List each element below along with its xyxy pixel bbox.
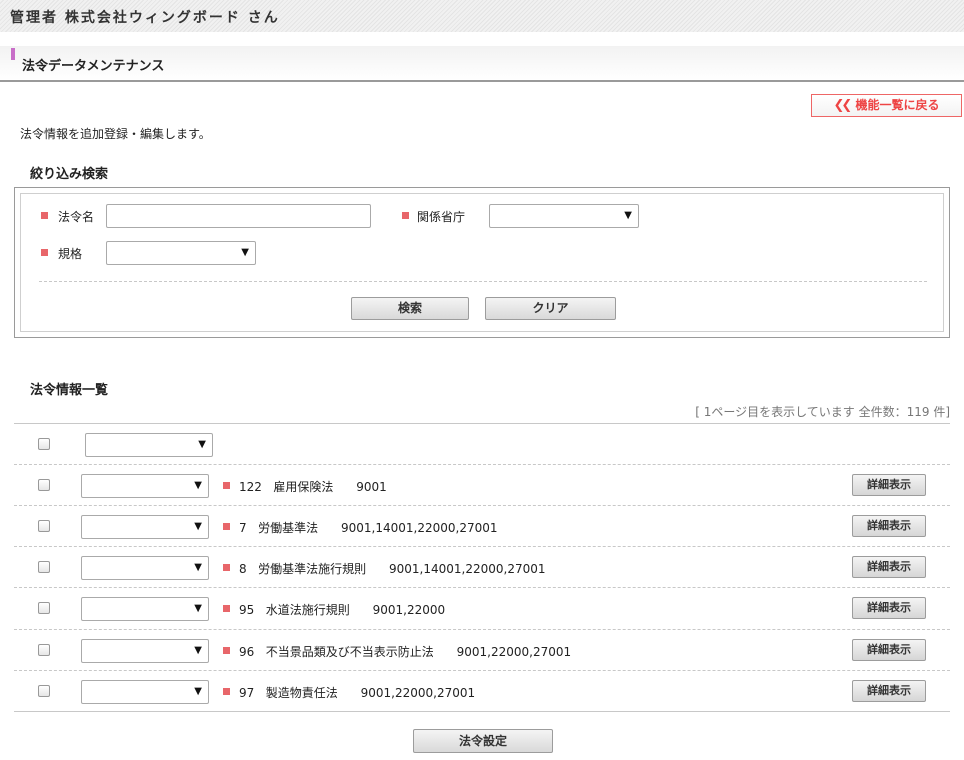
row-action-select[interactable]: ▼ <box>81 556 209 580</box>
table-row: ▼ 8 労働基準法施行規則 9001,14001,22000,27001 詳細表… <box>14 547 950 588</box>
row-law-name: 製造物責任法 <box>265 686 338 700</box>
row-id: 122 <box>239 480 262 494</box>
required-bullet-icon <box>402 212 409 219</box>
detail-button[interactable]: 詳細表示 <box>852 597 926 619</box>
triangle-down-icon: ▼ <box>198 439 206 450</box>
bulk-action-row: ▼ <box>14 424 950 465</box>
bulk-action-select[interactable]: ▼ <box>85 433 213 457</box>
search-button[interactable]: 検索 <box>351 297 469 320</box>
clear-button[interactable]: クリア <box>485 297 616 320</box>
row-law-info: 7 労働基準法 9001,14001,22000,27001 <box>239 519 498 536</box>
table-row: ▼ 96 不当景品類及び不当表示防止法 9001,22000,27001 詳細表… <box>14 630 950 671</box>
required-bullet-icon <box>41 212 48 219</box>
row-law-name: 雇用保険法 <box>273 480 334 494</box>
table-row: ▼ 7 労働基準法 9001,14001,22000,27001 詳細表示 <box>14 506 950 547</box>
row-law-name: 労働基準法施行規則 <box>258 562 367 576</box>
row-standards: 9001,14001,22000,27001 <box>389 562 546 576</box>
filter-section-title: 絞り込み検索 <box>30 167 109 182</box>
row-law-info: 96 不当景品類及び不当表示防止法 9001,22000,27001 <box>239 643 571 660</box>
list-section-title: 法令情報一覧 <box>30 383 109 398</box>
detail-button[interactable]: 詳細表示 <box>852 474 926 496</box>
page-title-bar: 法令データメンテナンス <box>0 46 964 82</box>
row-standards: 9001,22000,27001 <box>360 686 476 700</box>
triangle-down-icon: ▼ <box>194 480 202 491</box>
triangle-down-icon: ▼ <box>194 686 202 697</box>
table-row: ▼ 122 雇用保険法 9001 詳細表示 <box>14 465 950 506</box>
row-law-name: 労働基準法 <box>258 521 319 535</box>
table-row: ▼ 95 水道法施行規則 9001,22000 詳細表示 <box>14 588 950 630</box>
row-action-select[interactable]: ▼ <box>81 597 209 621</box>
row-standards: 9001,14001,22000,27001 <box>341 521 498 535</box>
table-row: ▼ 97 製造物責任法 9001,22000,27001 詳細表示 <box>14 671 950 712</box>
double-chevron-left-icon: ❮❮ <box>833 98 853 113</box>
row-action-select[interactable]: ▼ <box>81 515 209 539</box>
row-checkbox[interactable] <box>38 561 50 573</box>
row-checkbox[interactable] <box>38 685 50 697</box>
row-checkbox[interactable] <box>38 479 50 491</box>
admin-header-bar: 管理者 株式会社ウィングボード さん <box>0 0 964 32</box>
triangle-down-icon: ▼ <box>194 521 202 532</box>
row-checkbox[interactable] <box>38 520 50 532</box>
row-law-name: 不当景品類及び不当表示防止法 <box>265 645 434 659</box>
row-id: 95 <box>239 603 255 617</box>
detail-button[interactable]: 詳細表示 <box>852 515 926 537</box>
triangle-down-icon: ▼ <box>624 210 632 221</box>
standard-select[interactable]: ▼ <box>106 241 256 265</box>
triangle-down-icon: ▼ <box>241 247 249 258</box>
law-name-input[interactable] <box>106 204 371 228</box>
row-law-info: 122 雇用保険法 9001 <box>239 478 387 495</box>
row-id: 7 <box>239 521 247 535</box>
filter-panel: 法令名 関係省庁 ▼ 規格 ▼ 検索 クリア <box>14 187 950 338</box>
result-count: [ 1ページ目を表示しています 全件数：119 件] <box>695 405 950 419</box>
triangle-down-icon: ▼ <box>194 603 202 614</box>
admin-user-label: 管理者 株式会社ウィングボード さん <box>10 10 280 26</box>
law-name-label: 法令名 <box>58 210 95 224</box>
title-accent-mark <box>11 48 15 60</box>
row-bullet-icon <box>223 564 230 571</box>
detail-button[interactable]: 詳細表示 <box>852 639 926 661</box>
row-standards: 9001,22000 <box>372 603 446 617</box>
row-action-select[interactable]: ▼ <box>81 474 209 498</box>
select-all-checkbox[interactable] <box>38 438 50 450</box>
row-id: 97 <box>239 686 255 700</box>
triangle-down-icon: ▼ <box>194 645 202 656</box>
back-to-menu-label: 機能一覧に戻る <box>855 98 940 112</box>
row-checkbox[interactable] <box>38 602 50 614</box>
row-standards: 9001 <box>356 480 387 494</box>
filter-panel-inner: 法令名 関係省庁 ▼ 規格 ▼ 検索 クリア <box>20 193 944 332</box>
row-law-info: 8 労働基準法施行規則 9001,14001,22000,27001 <box>239 560 546 577</box>
row-checkbox[interactable] <box>38 644 50 656</box>
page-title: 法令データメンテナンス <box>22 59 165 74</box>
page-description: 法令情報を追加登録・編集します。 <box>20 127 211 141</box>
detail-button[interactable]: 詳細表示 <box>852 680 926 702</box>
row-action-select[interactable]: ▼ <box>81 639 209 663</box>
ministry-select[interactable]: ▼ <box>489 204 639 228</box>
standard-label: 規格 <box>58 247 83 261</box>
row-bullet-icon <box>223 523 230 530</box>
row-law-info: 97 製造物責任法 9001,22000,27001 <box>239 684 475 701</box>
required-bullet-icon <box>41 249 48 256</box>
filter-divider <box>39 281 927 282</box>
row-law-name: 水道法施行規則 <box>265 603 350 617</box>
row-bullet-icon <box>223 605 230 612</box>
ministry-label: 関係省庁 <box>417 210 466 224</box>
back-to-menu-button[interactable]: ❮❮ 機能一覧に戻る <box>811 94 962 117</box>
row-action-select[interactable]: ▼ <box>81 680 209 704</box>
law-settings-button[interactable]: 法令設定 <box>413 729 553 753</box>
row-id: 96 <box>239 645 255 659</box>
row-id: 8 <box>239 562 247 576</box>
detail-button[interactable]: 詳細表示 <box>852 556 926 578</box>
row-bullet-icon <box>223 482 230 489</box>
row-standards: 9001,22000,27001 <box>456 645 572 659</box>
row-bullet-icon <box>223 688 230 695</box>
row-bullet-icon <box>223 647 230 654</box>
triangle-down-icon: ▼ <box>194 562 202 573</box>
row-law-info: 95 水道法施行規則 9001,22000 <box>239 601 445 618</box>
